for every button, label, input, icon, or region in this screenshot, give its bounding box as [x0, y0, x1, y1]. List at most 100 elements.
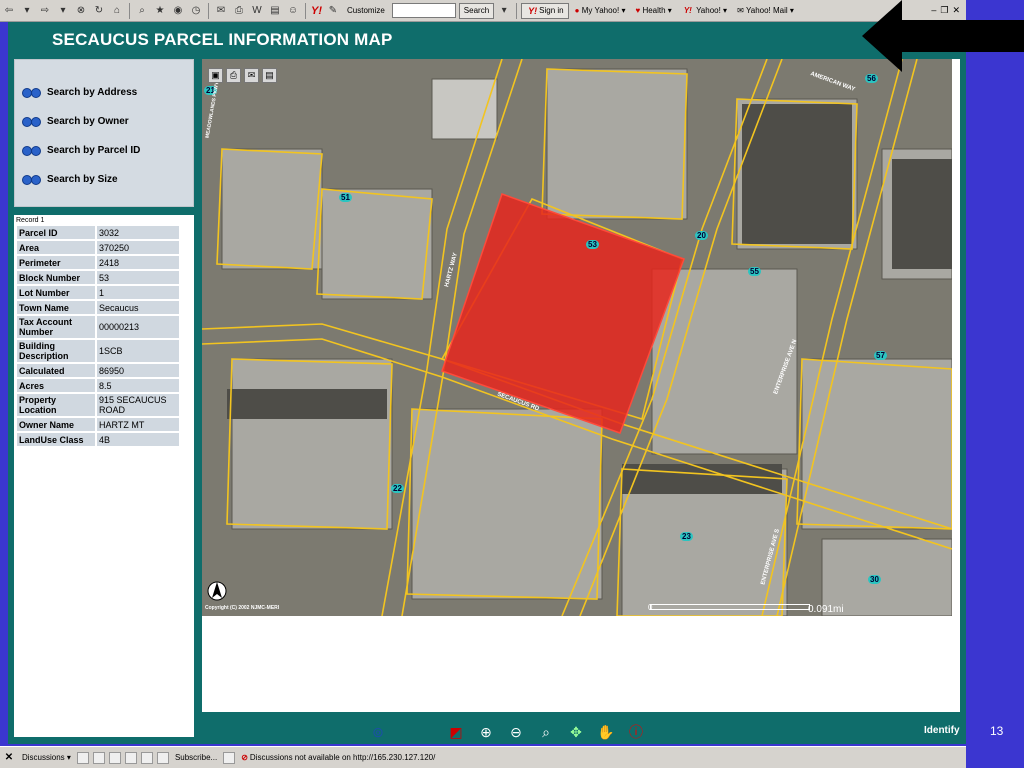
zoom-in-icon[interactable]: ⊕ [476, 723, 496, 741]
record-value: 4B [97, 433, 179, 446]
block-label[interactable]: 23 [680, 532, 693, 541]
street-label: ENTERPRISE AVE S [760, 528, 782, 586]
yahoo-logo-icon[interactable]: Y! [311, 5, 322, 17]
chevron-down-icon[interactable]: ▾ [497, 4, 511, 18]
north-arrow-icon [207, 581, 227, 601]
search-label: Search by Address [47, 86, 138, 98]
discussions-menu[interactable]: Discussions ▾ [22, 753, 71, 762]
edit-icon[interactable]: W [250, 4, 264, 18]
block-label[interactable]: 56 [865, 74, 878, 83]
block-label[interactable]: 51 [339, 193, 352, 202]
parcel-map[interactable]: 21 51 53 20 55 56 57 22 23 30 HARTZ WAY … [202, 59, 952, 616]
subscribe-button[interactable]: Subscribe... [175, 753, 217, 762]
record-panel: Record 1 Parcel ID 3032 Area 370250 Perimete… [14, 215, 194, 737]
slide-number: 13 [990, 724, 1004, 738]
sign-in-button[interactable]: Y! Sign in [521, 2, 569, 19]
record-key: Tax Account Number [17, 316, 95, 338]
pan-icon[interactable]: ✥ [566, 723, 586, 741]
heart-icon: ♥ [635, 6, 641, 15]
record-row: Acres 8.5 [17, 379, 179, 392]
zoom-out-icon[interactable]: ⊖ [506, 723, 526, 741]
print-icon[interactable]: ⎙ [232, 4, 246, 18]
discussion-tool-icon[interactable] [124, 751, 137, 764]
save-icon[interactable]: ▣ [208, 68, 223, 83]
identify-icon[interactable]: ⓘ [626, 723, 646, 741]
email-icon[interactable]: ✉ [244, 68, 259, 83]
map-label-layer: 21 51 53 20 55 56 57 22 23 30 HARTZ WAY … [202, 59, 952, 616]
record-row: Block Number 53 [17, 271, 179, 284]
record-key: Calculated [17, 364, 95, 377]
close-icon[interactable]: ✕ [0, 752, 18, 763]
search-by-parcel-id-link[interactable]: Search by Parcel ID [21, 144, 140, 156]
link-yahoo-mail[interactable]: ✉ Yahoo! Mail ▾ [737, 6, 794, 15]
back-icon[interactable]: ⇦ [2, 4, 16, 18]
favorites-icon[interactable]: ★ [153, 4, 167, 18]
identify-mode-label: Identify [924, 725, 960, 736]
export-icon[interactable]: ▤ [262, 68, 277, 83]
record-value: 915 SECAUCUS ROAD [97, 394, 179, 416]
discussion-tool-icon[interactable] [156, 751, 169, 764]
print-icon[interactable]: ⎙ [226, 68, 241, 83]
block-label[interactable]: 55 [748, 267, 761, 276]
toolbar-search-button[interactable]: Search [458, 2, 495, 19]
messenger-icon[interactable]: ☺ [286, 4, 300, 18]
full-extent-icon[interactable]: ◩ [446, 723, 466, 741]
search-by-address-link[interactable]: Search by Address [21, 86, 137, 98]
record-key: Acres [17, 379, 95, 392]
link-my-yahoo[interactable]: ● My Yahoo! ▾ [575, 6, 626, 15]
block-label[interactable]: 57 [874, 351, 887, 360]
yahoo-logo-icon: Y! [528, 5, 538, 16]
home-icon[interactable]: ⌂ [110, 4, 124, 18]
app-window: SECAUCUS PARCEL INFORMATION MAP Search b… [8, 22, 966, 744]
link-health[interactable]: ♥ Health ▾ [635, 6, 671, 15]
discussion-tool-icon[interactable] [92, 751, 105, 764]
record-row: Owner Name HARTZ MT [17, 418, 179, 431]
block-label[interactable]: 30 [868, 575, 881, 584]
binoculars-icon[interactable]: ⊚ [368, 723, 388, 741]
block-label[interactable]: 53 [586, 240, 599, 249]
separator [208, 2, 209, 19]
scale-value-label: 0.091mi [808, 604, 844, 615]
record-row: Perimeter 2418 [17, 256, 179, 269]
search-label: Search by Parcel ID [47, 144, 141, 156]
myyahoo-icon: ● [574, 6, 580, 15]
chevron-down-icon[interactable]: ▾ [20, 4, 34, 18]
zoom-box-icon[interactable]: ⌕ [536, 723, 556, 741]
customize-button[interactable]: Customize [347, 6, 385, 15]
pencil-icon[interactable]: ✎ [326, 4, 340, 18]
mail-icon: ✉ [737, 6, 744, 15]
search-icon[interactable]: ⌕ [135, 4, 149, 18]
record-key: Building Description [17, 340, 95, 362]
pointer-arrow-icon [862, 0, 1024, 72]
binoculars-icon [21, 173, 43, 185]
search-by-size-link[interactable]: Search by Size [21, 173, 118, 185]
discuss-icon[interactable]: ▤ [268, 4, 282, 18]
discussions-status: ⊘ Discussions not available on http://165… [241, 753, 435, 762]
record-label: Record 1 [16, 217, 45, 224]
mail-icon[interactable]: ✉ [214, 4, 228, 18]
search-by-owner-link[interactable]: Search by Owner [21, 115, 129, 127]
forward-icon[interactable]: ⇨ [38, 4, 52, 18]
record-value: 1SCB [97, 340, 179, 362]
toolbar-search-input[interactable] [391, 3, 456, 18]
discussion-pane-icon[interactable] [223, 751, 236, 764]
discussion-tool-icon[interactable] [76, 751, 89, 764]
scale-zero-label: 0 [648, 603, 653, 612]
record-key: Town Name [17, 301, 95, 314]
block-label[interactable]: 22 [391, 484, 404, 493]
discussion-tool-icon[interactable] [108, 751, 121, 764]
binoculars-icon [21, 144, 43, 156]
record-value: 1 [97, 286, 179, 299]
discussion-tool-icon[interactable] [140, 751, 153, 764]
block-label[interactable]: 20 [695, 231, 708, 240]
stop-icon[interactable]: ⊗ [74, 4, 88, 18]
record-value: 53 [97, 271, 179, 284]
record-row: Tax Account Number 00000213 [17, 316, 179, 338]
chevron-down-icon[interactable]: ▾ [56, 4, 70, 18]
refresh-icon[interactable]: ↻ [92, 4, 106, 18]
hand-icon[interactable]: ✋ [596, 723, 616, 741]
history-icon[interactable]: ◷ [189, 4, 203, 18]
media-icon[interactable]: ◉ [171, 4, 185, 18]
link-yahoo[interactable]: Y! Yahoo! ▾ [682, 6, 727, 15]
copyright-text: Copyright (C) 2002 NJMC-MERI [205, 605, 280, 611]
